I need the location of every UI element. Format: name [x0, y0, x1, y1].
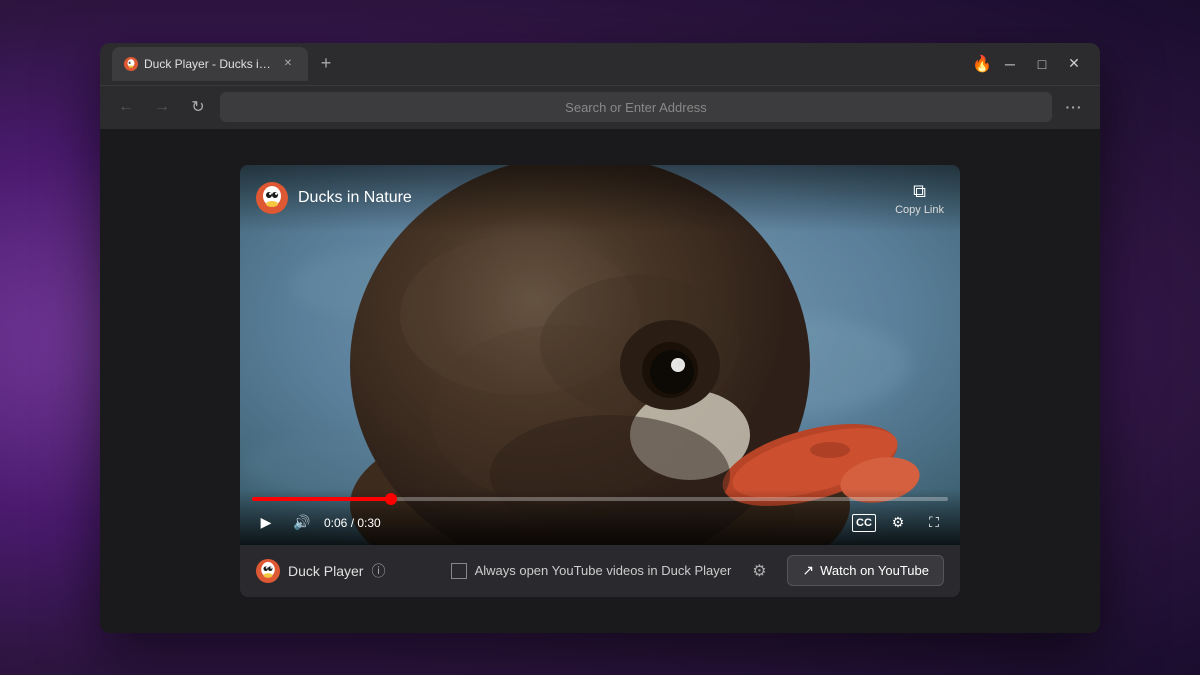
window-controls: 🔥 ─ □ ✕ [972, 50, 1088, 78]
player-settings-button[interactable]: ⚙ [743, 555, 775, 587]
fullscreen-button[interactable]: ⛶ [920, 509, 948, 537]
address-bar[interactable] [220, 92, 1052, 122]
always-open-label: Always open YouTube videos in Duck Playe… [451, 563, 732, 579]
watch-on-youtube-button[interactable]: ↗ Watch on YouTube [787, 555, 944, 586]
duck-player-text: Duck Player [288, 563, 363, 579]
close-button[interactable]: ✕ [1060, 50, 1088, 78]
copy-link-icon: ⧉ [913, 181, 926, 202]
time-display: 0:06 / 0:30 [324, 516, 381, 530]
video-title: Ducks in Nature [298, 189, 412, 207]
tab-area: Duck Player - Ducks in Natur... ✕ + [112, 47, 964, 81]
settings-button[interactable]: ⚙ [884, 509, 912, 537]
back-button[interactable]: ← [112, 93, 140, 121]
address-input[interactable] [232, 100, 1040, 115]
video-title-area: Ducks in Nature [256, 182, 412, 214]
browser-window: Duck Player - Ducks in Natur... ✕ + 🔥 ─ … [100, 43, 1100, 633]
always-open-text: Always open YouTube videos in Duck Playe… [475, 563, 732, 578]
minimize-button[interactable]: ─ [996, 50, 1024, 78]
flame-icon: 🔥 [972, 54, 992, 74]
duck-player-label: Duck Player ⓘ [256, 559, 385, 583]
copy-link-label: Copy Link [895, 204, 944, 216]
ddg-logo-bottom [256, 559, 280, 583]
tab-favicon [124, 57, 138, 71]
title-bar: Duck Player - Ducks in Natur... ✕ + 🔥 ─ … [100, 43, 1100, 85]
tab-title: Duck Player - Ducks in Natur... [144, 57, 274, 71]
gear-icon: ⚙ [752, 561, 766, 581]
play-button[interactable]: ▶ [252, 509, 280, 537]
active-tab[interactable]: Duck Player - Ducks in Natur... ✕ [112, 47, 308, 81]
volume-button[interactable]: 🔊 [288, 509, 316, 537]
video-header: Ducks in Nature ⧉ Copy Link [240, 165, 960, 232]
new-tab-button[interactable]: + [312, 50, 340, 78]
menu-button[interactable]: ··· [1060, 93, 1088, 121]
info-icon[interactable]: ⓘ [371, 561, 385, 581]
maximize-button[interactable]: □ [1028, 50, 1056, 78]
copy-link-button[interactable]: ⧉ Copy Link [895, 181, 944, 216]
external-link-icon: ↗ [802, 562, 814, 579]
tab-close-button[interactable]: ✕ [280, 56, 296, 72]
content-area: Ducks in Nature ⧉ Copy Link [100, 129, 1100, 633]
refresh-button[interactable]: ↻ [184, 93, 212, 121]
video-area: Ducks in Nature ⧉ Copy Link [240, 165, 960, 545]
watch-youtube-label: Watch on YouTube [820, 563, 929, 578]
progress-fill [252, 497, 391, 501]
forward-button[interactable]: → [148, 93, 176, 121]
ddg-logo [256, 182, 288, 214]
progress-thumb [385, 493, 397, 505]
progress-bar[interactable] [252, 497, 948, 501]
video-controls: ▶ 🔊 0:06 / 0:30 CC ⚙ [240, 489, 960, 545]
always-open-checkbox[interactable] [451, 563, 467, 579]
controls-row: ▶ 🔊 0:06 / 0:30 CC ⚙ [252, 509, 948, 537]
toolbar: ← → ↻ ··· [100, 85, 1100, 129]
player-bottom-bar: Duck Player ⓘ Always open YouTube videos… [240, 545, 960, 597]
captions-button[interactable]: CC [852, 514, 876, 532]
duck-player: Ducks in Nature ⧉ Copy Link [240, 165, 960, 597]
